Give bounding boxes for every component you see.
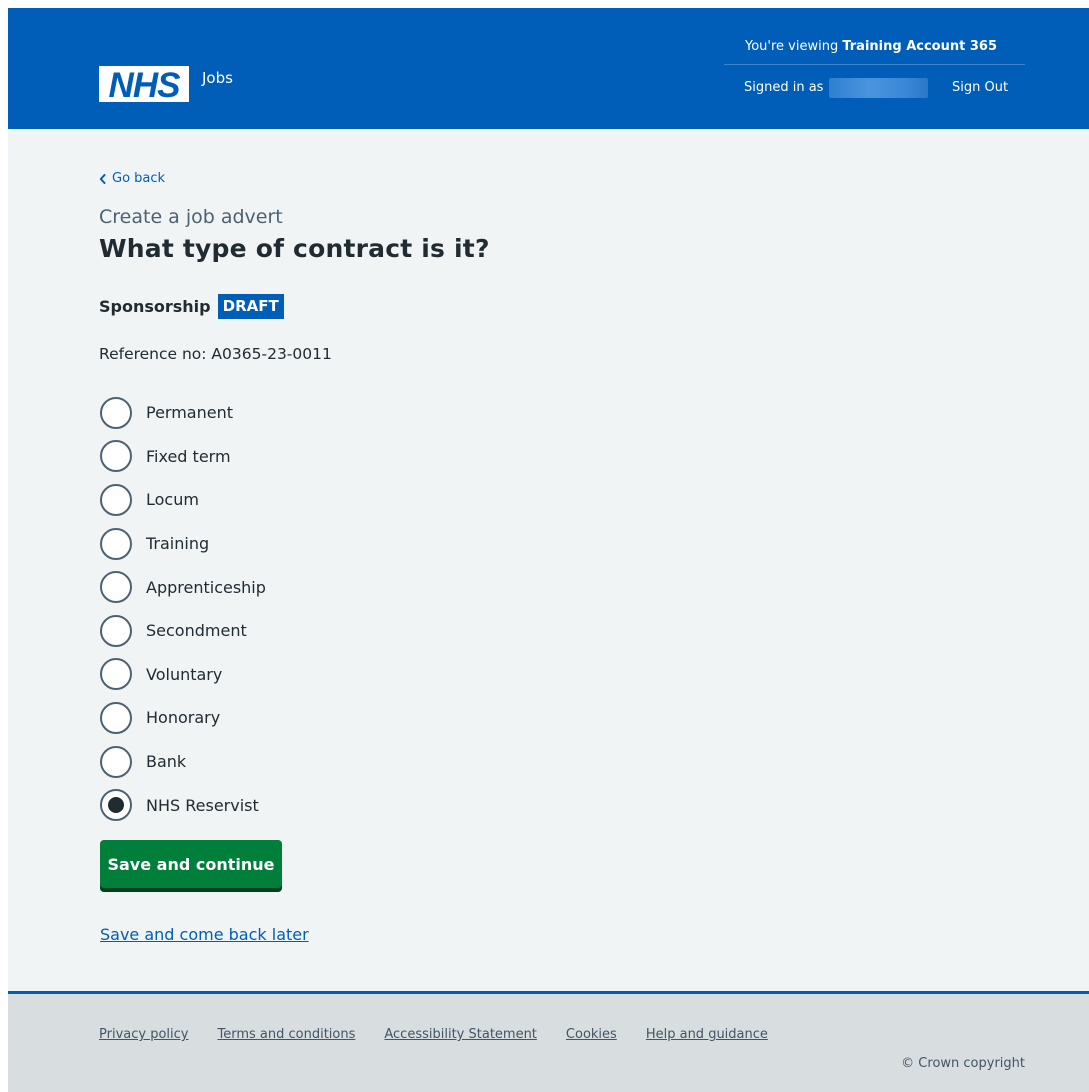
radio-button[interactable] [100, 571, 132, 604]
contract-option[interactable]: Bank [100, 740, 266, 784]
status-tag: DRAFT [217, 294, 284, 319]
contract-option[interactable]: Honorary [100, 696, 266, 740]
nhs-logo-text: NHS [109, 66, 181, 102]
footer-link-accessibility-statement[interactable]: Accessibility Statement [384, 1027, 537, 1042]
contract-option[interactable]: Permanent [100, 391, 266, 435]
footer-link-help-and-guidance[interactable]: Help and guidance [646, 1027, 768, 1042]
radio-button[interactable] [100, 440, 132, 473]
contract-option[interactable]: Training [100, 522, 266, 566]
radio-button[interactable] [100, 614, 132, 647]
copyright-notice: © Crown copyright [901, 1056, 1025, 1071]
site-header: NHS Jobs You're viewing Training Account… [8, 8, 1089, 129]
home-link[interactable]: NHS Jobs [99, 66, 233, 102]
page-caption: Create a job advert [99, 206, 283, 228]
radio-button[interactable] [100, 658, 132, 691]
reference-number: Reference no: A0365-23-0011 [99, 345, 332, 363]
radio-label[interactable]: NHS Reservist [146, 796, 259, 815]
header-divider [724, 64, 1025, 65]
back-link[interactable]: Go back [99, 171, 165, 186]
save-and-continue-button[interactable]: Save and continue [100, 840, 282, 888]
radio-label[interactable]: Bank [146, 752, 186, 771]
contract-option[interactable]: Apprenticeship [100, 565, 266, 609]
contract-type-radios: Permanent Fixed term Locum Training Apprenti… [100, 391, 266, 827]
contract-option[interactable]: Fixed term [100, 435, 266, 479]
radio-button[interactable] [100, 701, 132, 734]
radio-button[interactable] [100, 527, 132, 560]
service-name: Jobs [202, 69, 233, 87]
footer-link-privacy-policy[interactable]: Privacy policy [99, 1027, 188, 1042]
save-and-come-back-later-link[interactable]: Save and come back later [100, 925, 309, 944]
viewing-prefix: You're viewing [744, 39, 843, 54]
signed-in-label: Signed in as [744, 80, 824, 95]
radio-button[interactable] [100, 745, 132, 778]
chevron-left-icon [99, 173, 106, 184]
contract-option[interactable]: Locum [100, 478, 266, 522]
contract-option[interactable]: Secondment [100, 609, 266, 653]
sign-out-link[interactable]: Sign Out [952, 80, 1008, 95]
radio-label[interactable]: Permanent [146, 403, 233, 422]
radio-button[interactable] [100, 396, 132, 429]
back-link-label: Go back [112, 171, 166, 186]
advert-name: Sponsorship [99, 297, 211, 316]
radio-label[interactable]: Voluntary [146, 665, 222, 684]
redacted-username [829, 78, 928, 98]
contract-option[interactable]: Voluntary [100, 653, 266, 697]
contract-option[interactable]: NHS Reservist [100, 783, 266, 827]
site-footer: Privacy policy Terms and conditions Acce… [8, 991, 1089, 1092]
page-frame: NHS Jobs You're viewing Training Account… [8, 8, 1089, 1092]
radio-label[interactable]: Secondment [146, 621, 247, 640]
advert-title: Sponsorship DRAFT [99, 294, 284, 319]
footer-link-terms-and-conditions[interactable]: Terms and conditions [217, 1027, 355, 1042]
radio-label[interactable]: Apprenticeship [146, 578, 266, 597]
footer-links: Privacy policy Terms and conditions Acce… [99, 1027, 797, 1042]
radio-label[interactable]: Fixed term [146, 447, 231, 466]
radio-label[interactable]: Locum [146, 490, 199, 509]
radio-label[interactable]: Training [146, 534, 209, 553]
footer-link-cookies[interactable]: Cookies [566, 1027, 617, 1042]
radio-label[interactable]: Honorary [146, 708, 220, 727]
viewing-account-name: Training Account 365 [842, 39, 997, 54]
radio-button[interactable] [100, 483, 132, 516]
viewing-account-notice: You're viewing Training Account 365 [745, 39, 997, 54]
page-title: What type of contract is it? [99, 234, 490, 263]
radio-button[interactable] [100, 789, 132, 822]
nhs-logo: NHS [99, 66, 189, 102]
